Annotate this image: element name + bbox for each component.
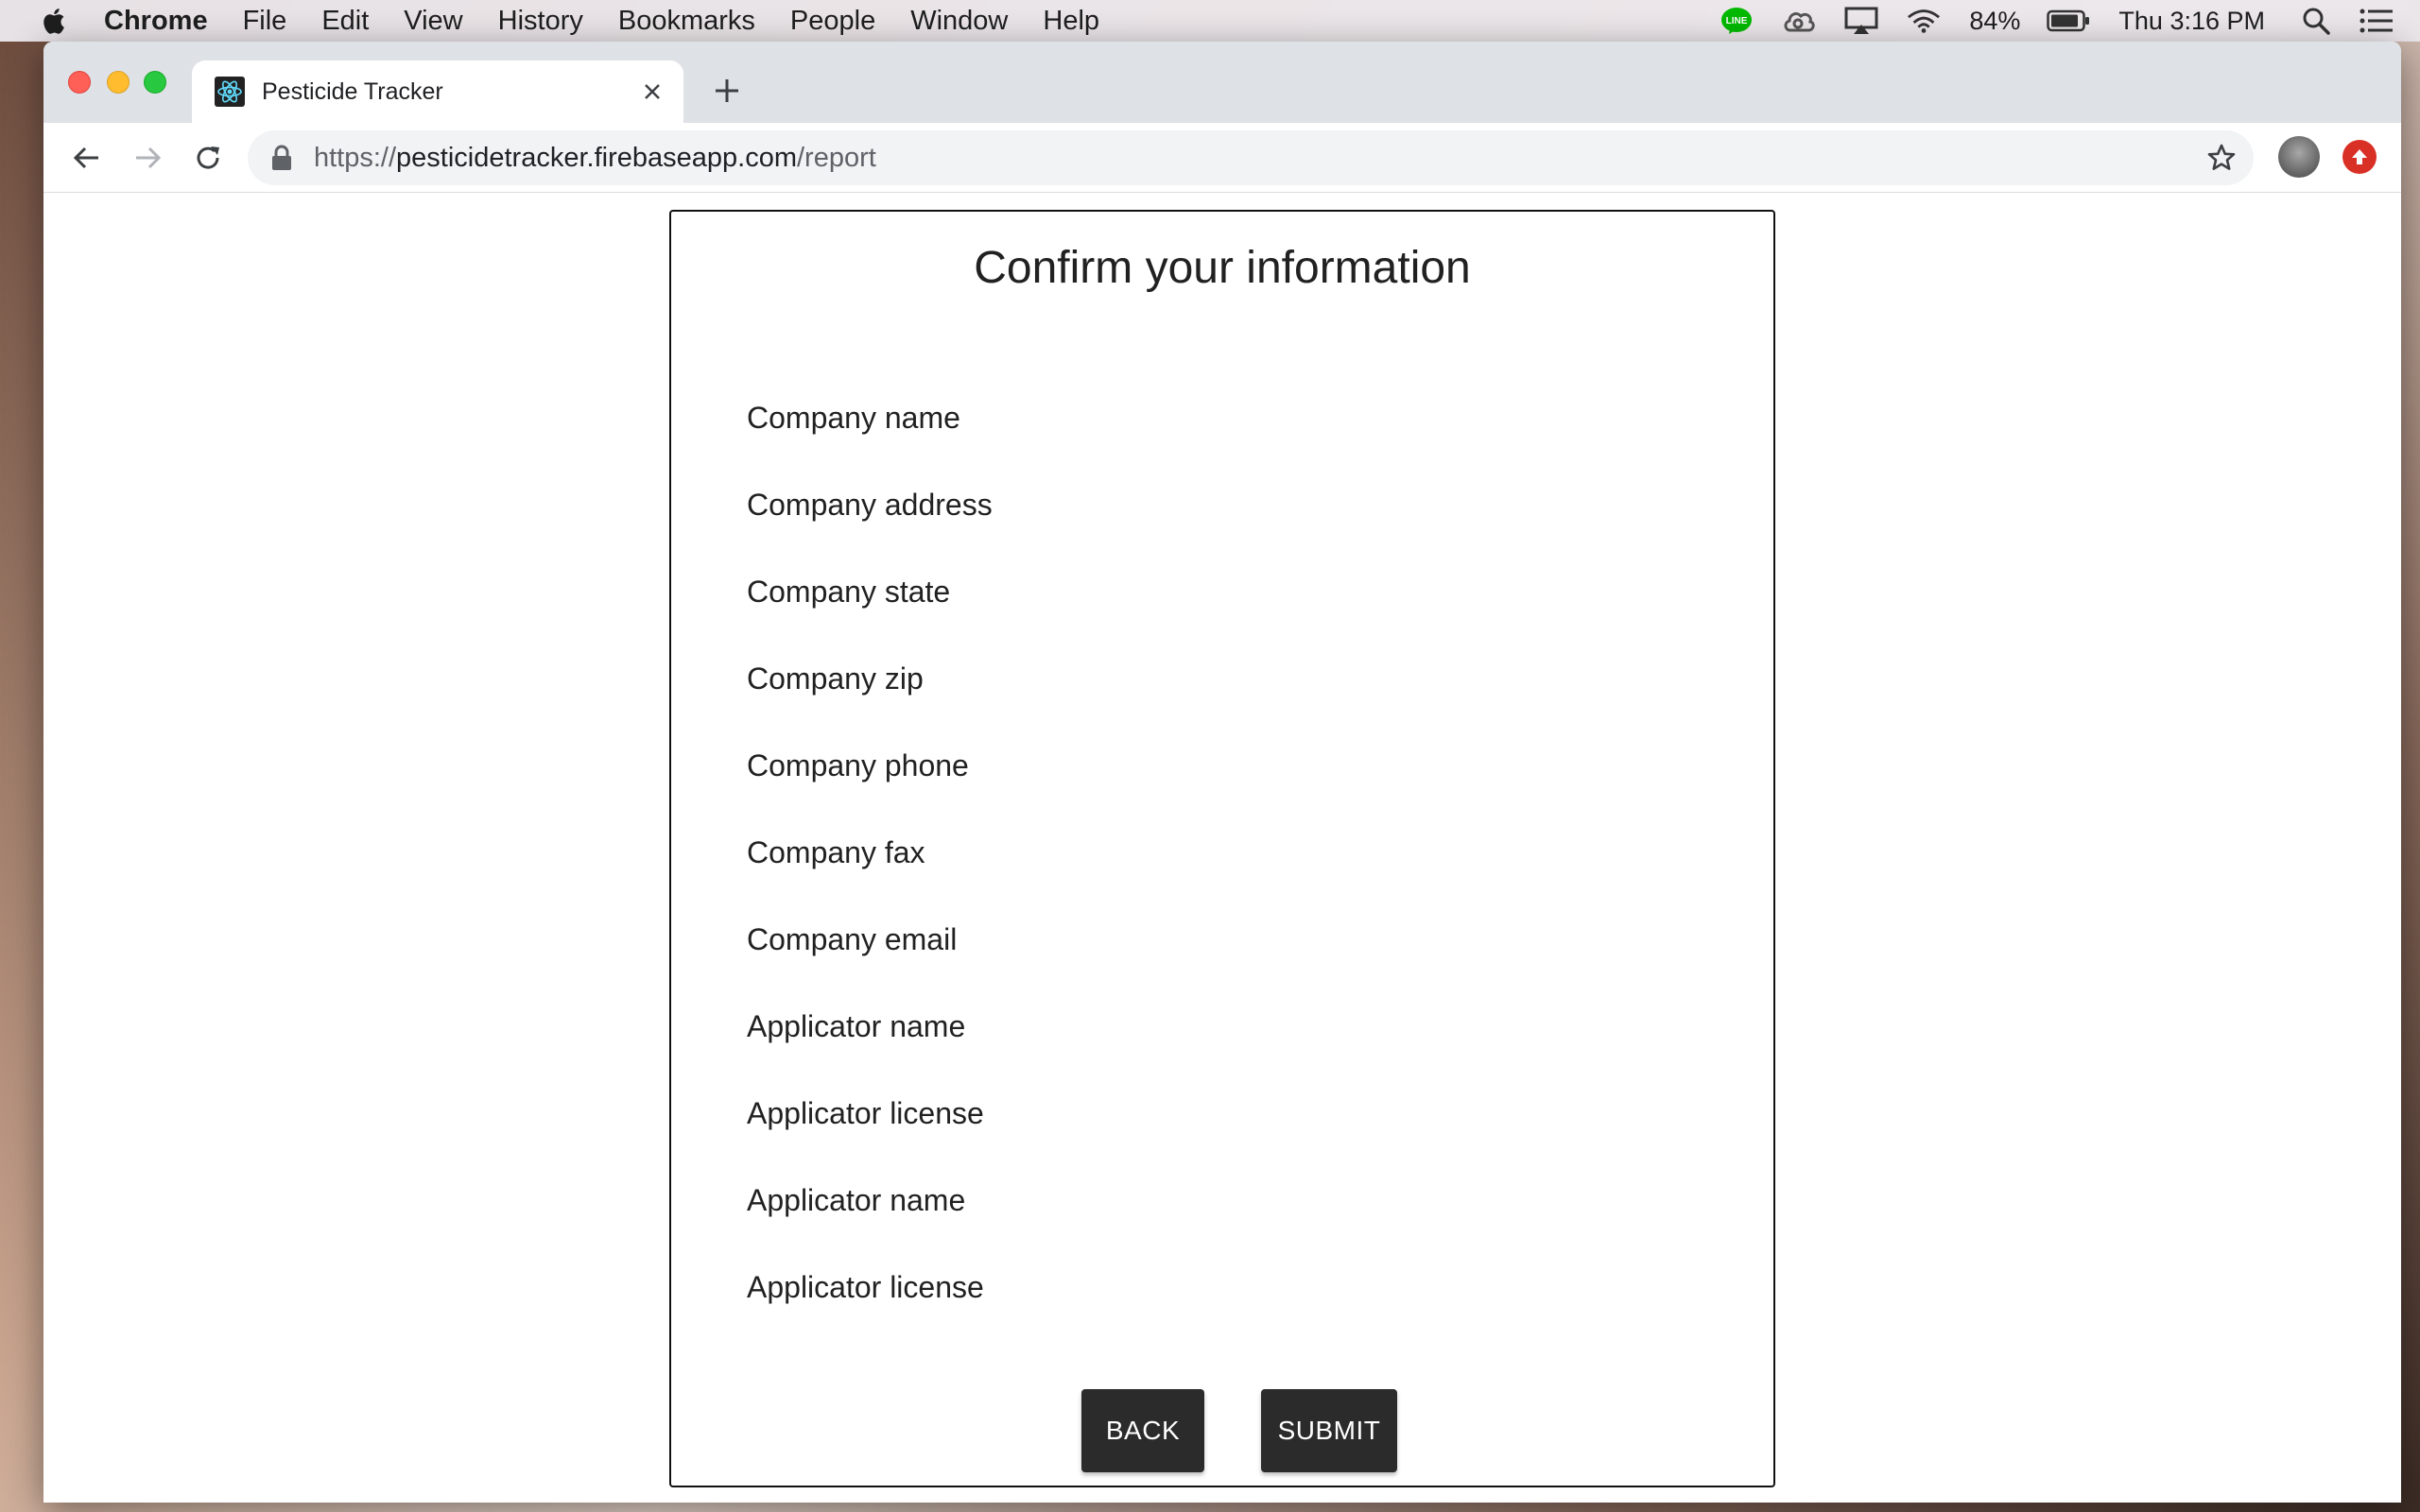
apple-icon[interactable] xyxy=(38,5,66,37)
airplay-icon[interactable] xyxy=(1844,7,1878,35)
arrow-left-icon xyxy=(73,146,98,168)
window-close-button[interactable] xyxy=(68,71,91,94)
address-bar[interactable]: https://pesticidetracker.firebaseapp.com… xyxy=(248,130,2254,185)
back-button[interactable]: BACK xyxy=(1081,1389,1204,1472)
browser-toolbar: https://pesticidetracker.firebaseapp.com… xyxy=(43,123,2401,193)
field-company-name: Company name xyxy=(747,401,960,435)
svg-text:LINE: LINE xyxy=(1726,16,1748,26)
arrow-right-icon xyxy=(136,146,162,168)
page-title: Confirm your information xyxy=(974,243,1471,293)
tab-title: Pesticide Tracker xyxy=(262,77,443,105)
field-company-state: Company state xyxy=(747,575,951,609)
reload-icon xyxy=(197,146,219,169)
submit-button[interactable]: SUBMIT xyxy=(1261,1389,1397,1472)
forward-nav-button[interactable] xyxy=(127,137,168,179)
field-company-phone: Company phone xyxy=(747,748,969,782)
page-content: Confirm your information Company name Co… xyxy=(43,193,2401,1503)
profile-avatar[interactable] xyxy=(2278,136,2320,178)
tab-close-icon[interactable] xyxy=(638,77,666,106)
spotlight-icon[interactable] xyxy=(2299,7,2333,35)
wifi-icon[interactable] xyxy=(1907,7,1941,35)
field-applicator-name: Applicator name xyxy=(747,1009,966,1043)
menu-people[interactable]: People xyxy=(790,6,875,37)
menu-edit[interactable]: Edit xyxy=(321,6,369,37)
line-icon[interactable]: LINE xyxy=(1720,7,1754,35)
window-zoom-button[interactable] xyxy=(144,71,166,94)
bookmark-star-icon[interactable] xyxy=(2203,139,2240,177)
tab-strip: Pesticide Tracker xyxy=(43,42,2401,123)
menu-app-chrome[interactable]: Chrome xyxy=(104,6,208,37)
menu-bar-clock[interactable]: Thu 3:16 PM xyxy=(2118,7,2265,36)
reload-button[interactable] xyxy=(187,137,229,179)
url-host: pesticidetracker.firebaseapp.com xyxy=(396,142,797,173)
field-company-email: Company email xyxy=(747,922,958,956)
field-list: Company name Company address Company sta… xyxy=(747,401,1692,1357)
field-company-zip: Company zip xyxy=(747,662,924,696)
menu-bar-status-area: LINE 84% Thu 3:16 PM xyxy=(1720,0,2420,42)
react-favicon-icon xyxy=(215,77,245,107)
window-minimize-button[interactable] xyxy=(107,71,130,94)
tab-pesticide-tracker[interactable]: Pesticide Tracker xyxy=(192,60,683,123)
notification-center-icon[interactable] xyxy=(2360,7,2394,35)
field-applicator-license: Applicator license xyxy=(747,1096,984,1130)
menu-help[interactable]: Help xyxy=(1043,6,1099,37)
field-company-address: Company address xyxy=(747,488,993,522)
battery-icon[interactable] xyxy=(2047,7,2090,35)
url-text[interactable]: https://pesticidetracker.firebaseapp.com… xyxy=(314,143,2203,174)
menu-window[interactable]: Window xyxy=(910,6,1008,37)
lock-icon[interactable] xyxy=(270,145,293,171)
field-applicator-name-2: Applicator name xyxy=(747,1183,966,1217)
menu-file[interactable]: File xyxy=(243,6,287,37)
back-nav-button[interactable] xyxy=(66,137,108,179)
confirm-card: Confirm your information Company name Co… xyxy=(669,210,1775,1487)
url-scheme: https:// xyxy=(314,142,397,173)
new-tab-button[interactable] xyxy=(708,72,746,110)
macos-menu-bar: Chrome File Edit View History Bookmarks … xyxy=(0,0,2420,42)
extension-upload-icon[interactable] xyxy=(2342,140,2377,174)
menu-bookmarks[interactable]: Bookmarks xyxy=(618,6,755,37)
menu-view[interactable]: View xyxy=(404,6,462,37)
menu-history[interactable]: History xyxy=(498,6,583,37)
battery-percent: 84% xyxy=(1969,6,2021,35)
creative-cloud-icon[interactable] xyxy=(1782,7,1816,35)
field-company-fax: Company fax xyxy=(747,835,925,869)
field-applicator-license-2: Applicator license xyxy=(747,1270,984,1304)
url-path: /report xyxy=(797,142,876,173)
browser-window: Pesticide Tracker https://pesticidetrack… xyxy=(43,42,2401,1503)
plus-icon xyxy=(716,79,738,102)
